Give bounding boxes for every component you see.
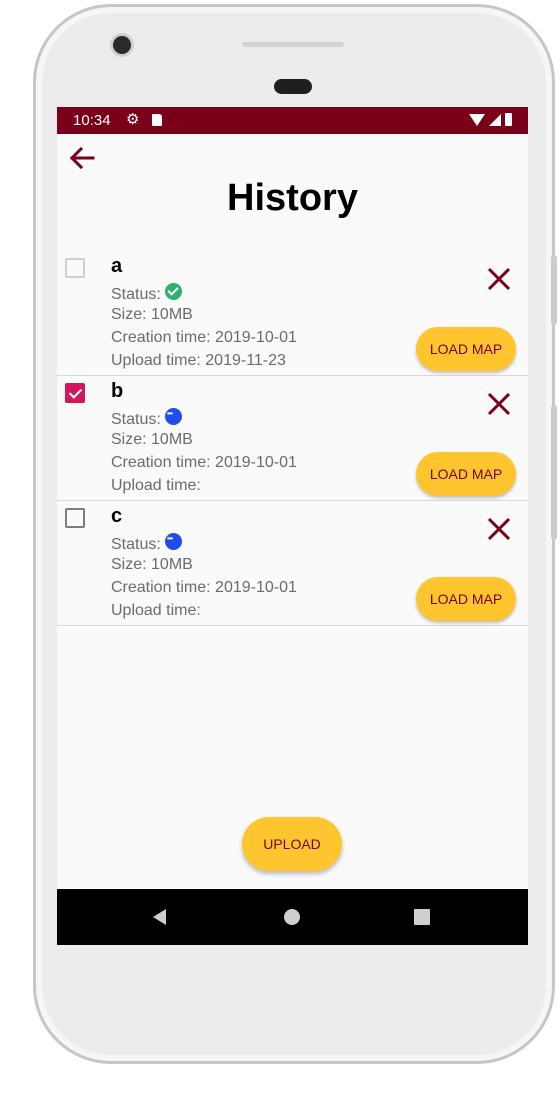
check-circle-icon xyxy=(164,283,182,300)
status-right-icons xyxy=(469,113,512,126)
item-upload-time: Upload time: 2019-11-23 xyxy=(111,352,286,369)
item-size: Size: 10MB xyxy=(111,431,193,448)
delete-icon[interactable] xyxy=(485,515,513,543)
system-nav-bar xyxy=(57,889,528,945)
history-list: a Status: Size: 10MB Creation time: 2019… xyxy=(57,251,528,626)
page-title: History xyxy=(227,177,358,219)
load-map-button[interactable]: LOAD MAP xyxy=(416,577,516,621)
item-size: Size: 10MB xyxy=(111,306,193,323)
sensor-pill xyxy=(274,79,312,94)
item-creation-time: Creation time: 2019-10-01 xyxy=(111,454,297,471)
item-upload-time: Upload time: xyxy=(111,477,201,494)
item-name: a xyxy=(111,255,123,277)
item-creation-time: Creation time: 2019-10-01 xyxy=(111,579,297,596)
item-checkbox[interactable] xyxy=(65,508,85,528)
upload-button[interactable]: UPLOAD xyxy=(242,817,342,871)
item-creation-time: Creation time: 2019-10-01 xyxy=(111,329,297,346)
item-upload-time: Upload time: xyxy=(111,602,201,619)
item-status: Status: xyxy=(111,283,182,304)
list-item: b Status: Size: 10MB Creation time: 2019… xyxy=(57,376,528,501)
item-name: b xyxy=(111,380,124,402)
item-checkbox[interactable] xyxy=(65,383,85,403)
arrow-back-icon[interactable] xyxy=(67,143,97,173)
settings-icon: ⚙ xyxy=(126,110,140,128)
item-status: Status: xyxy=(111,408,182,429)
status-label: Status: xyxy=(111,286,161,303)
status-bar: 10:34 ⚙ xyxy=(57,107,528,134)
delete-icon[interactable] xyxy=(485,390,513,418)
battery-icon xyxy=(505,113,512,126)
load-map-button[interactable]: LOAD MAP xyxy=(416,327,516,371)
signal-icon xyxy=(489,114,501,126)
volume-button xyxy=(551,405,557,540)
status-time: 10:34 xyxy=(73,112,111,129)
sd-card-icon xyxy=(152,114,162,126)
list-item: a Status: Size: 10MB Creation time: 2019… xyxy=(57,251,528,376)
item-name: c xyxy=(111,505,123,527)
wifi-icon xyxy=(469,114,485,126)
more-circle-icon xyxy=(164,533,182,550)
status-label: Status: xyxy=(111,411,161,428)
front-camera xyxy=(113,36,131,54)
status-label: Status: xyxy=(111,536,161,553)
nav-home-icon[interactable] xyxy=(284,909,300,925)
delete-icon[interactable] xyxy=(485,265,513,293)
item-size: Size: 10MB xyxy=(111,556,193,573)
item-checkbox[interactable] xyxy=(65,258,85,278)
earpiece-speaker xyxy=(242,42,344,47)
list-item: c Status: Size: 10MB Creation time: 2019… xyxy=(57,501,528,626)
app-screen: 10:34 ⚙ History a Status: Size: 10MB Cre… xyxy=(57,107,528,945)
power-button xyxy=(551,255,557,325)
item-status: Status: xyxy=(111,533,182,554)
more-circle-icon xyxy=(164,408,182,425)
load-map-button[interactable]: LOAD MAP xyxy=(416,452,516,496)
nav-back-icon[interactable] xyxy=(153,909,166,925)
nav-recents-icon[interactable] xyxy=(414,909,430,925)
